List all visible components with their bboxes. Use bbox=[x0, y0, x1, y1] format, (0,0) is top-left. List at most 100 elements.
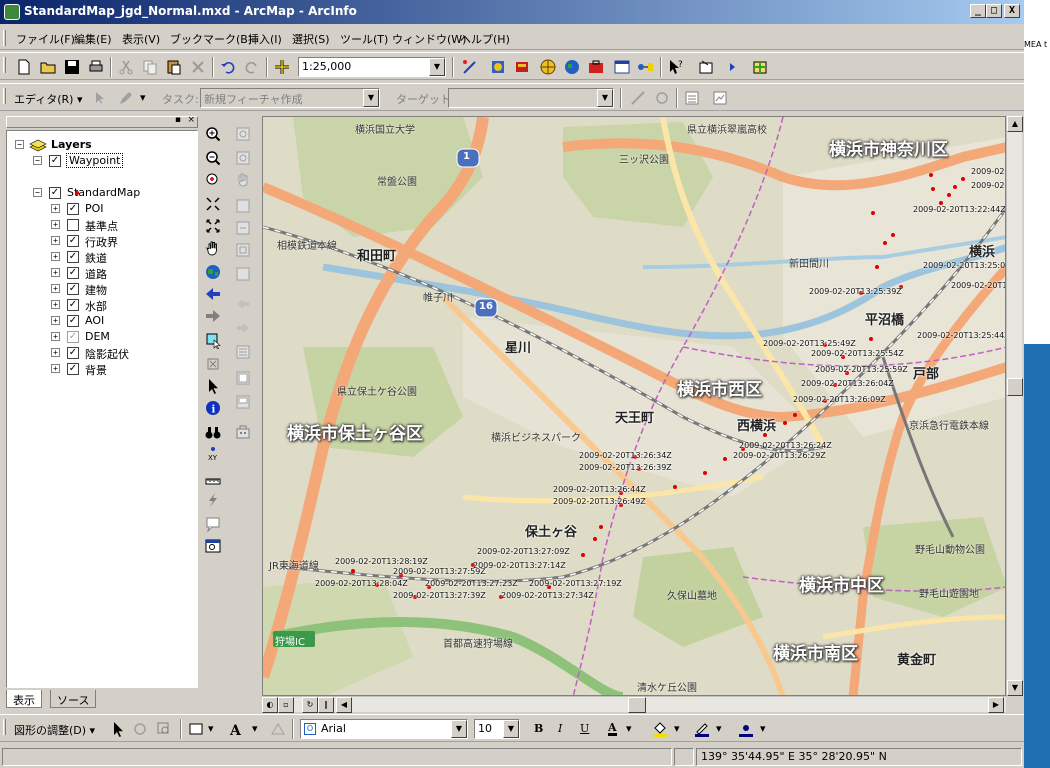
waypoint-marker[interactable] bbox=[763, 433, 767, 437]
layout-view-toggle-icon[interactable]: ▫ bbox=[278, 697, 294, 713]
copy-button[interactable] bbox=[140, 57, 160, 77]
expand-icon[interactable]: + bbox=[51, 220, 60, 229]
open-button[interactable] bbox=[38, 57, 58, 77]
waypoint-marker[interactable] bbox=[931, 187, 935, 191]
horizontal-scroll-thumb[interactable] bbox=[628, 697, 646, 713]
map-horizontal-scrollbar[interactable]: ◐ ▫ ↻ ∥ ◀ ▶ bbox=[262, 696, 1006, 713]
scroll-up-icon[interactable]: ▲ bbox=[1007, 116, 1023, 132]
menu-view[interactable]: 表示(V) bbox=[122, 31, 160, 47]
expand-icon[interactable]: + bbox=[51, 284, 60, 293]
layer-visibility-checkbox[interactable]: ✓ bbox=[49, 155, 61, 167]
toc-layer-row[interactable]: + ✓ AOI bbox=[11, 313, 191, 329]
add-data-button[interactable] bbox=[272, 57, 292, 77]
task-combo[interactable]: 新規フィーチャ作成 ▼ bbox=[200, 88, 380, 108]
cut-button[interactable] bbox=[116, 57, 136, 77]
fixed-zoom-in-button[interactable] bbox=[203, 194, 223, 214]
waypoint-marker[interactable] bbox=[875, 265, 879, 269]
layer-visibility-checkbox[interactable]: ✓ bbox=[67, 315, 79, 327]
minimize-button[interactable]: _ bbox=[970, 4, 986, 18]
arcmap-app-icon[interactable] bbox=[4, 4, 20, 20]
menu-window[interactable]: ウィンドウ(W) bbox=[392, 31, 466, 47]
marker-color-button[interactable] bbox=[736, 719, 756, 739]
waypoint-marker[interactable] bbox=[929, 173, 933, 177]
layer-visibility-checkbox[interactable]: ✓ bbox=[67, 331, 79, 343]
undo-button[interactable] bbox=[218, 57, 238, 77]
zoom-to-elements-button[interactable] bbox=[154, 719, 174, 739]
toc-layer-row[interactable]: + ✓ 水部 bbox=[11, 297, 191, 313]
save-button[interactable] bbox=[62, 57, 82, 77]
font-color-dropdown[interactable]: ▾ bbox=[626, 722, 632, 735]
focus-data-frame-button[interactable] bbox=[233, 368, 253, 388]
menu-help[interactable]: ヘルプ(H) bbox=[460, 31, 510, 47]
expand-icon[interactable]: + bbox=[51, 204, 60, 213]
layout-toggle-draft-button[interactable] bbox=[233, 342, 253, 362]
select-elements-button[interactable] bbox=[203, 376, 223, 396]
extension-button[interactable] bbox=[750, 57, 770, 77]
collapse-icon[interactable]: − bbox=[33, 188, 42, 197]
standard-toolbar-grip[interactable] bbox=[3, 57, 6, 73]
collapse-icon[interactable]: − bbox=[33, 156, 42, 165]
toc-title-bar[interactable]: ▪ × bbox=[6, 115, 198, 128]
line-color-button[interactable] bbox=[692, 719, 712, 739]
text-tool-dropdown[interactable]: ▾ bbox=[252, 722, 258, 735]
scroll-down-icon[interactable]: ▼ bbox=[1007, 680, 1023, 696]
layout-back-button[interactable] bbox=[233, 294, 253, 314]
italic-button[interactable]: I bbox=[558, 722, 562, 735]
forward-extent-button[interactable] bbox=[203, 306, 223, 326]
toc-pin-icon[interactable]: ▪ bbox=[175, 115, 181, 125]
sketch-properties-button[interactable] bbox=[710, 88, 730, 108]
waypoint-marker[interactable] bbox=[673, 485, 677, 489]
expand-icon[interactable]: + bbox=[51, 332, 60, 341]
waypoint-marker[interactable] bbox=[947, 193, 951, 197]
chevron-down-icon[interactable]: ▼ bbox=[451, 720, 467, 738]
chevron-down-icon[interactable]: ▼ bbox=[363, 89, 379, 107]
toc-layer-row[interactable]: + ✓ 行政界 bbox=[11, 233, 191, 249]
waypoint-marker[interactable] bbox=[793, 413, 797, 417]
menu-file[interactable]: ファイル(F) bbox=[16, 31, 75, 47]
toc-layer-row[interactable]: + ✓ POI bbox=[11, 201, 191, 217]
rotate-tool-button[interactable] bbox=[652, 88, 672, 108]
target-combo[interactable]: ▼ bbox=[448, 88, 614, 108]
command-line-button[interactable] bbox=[612, 57, 632, 77]
menu-selection[interactable]: 選択(S) bbox=[292, 31, 330, 47]
font-name-combo[interactable]: O Arial ▼ bbox=[300, 719, 468, 739]
layout-fixed-zoom-in-button[interactable] bbox=[233, 240, 253, 260]
pan-button[interactable] bbox=[203, 238, 223, 258]
delete-button[interactable] bbox=[188, 57, 208, 77]
layer-visibility-checkbox[interactable]: ✓ bbox=[67, 347, 79, 359]
toc-layer-row[interactable]: − ✓ StandardMap bbox=[11, 185, 191, 201]
waypoint-marker[interactable] bbox=[883, 241, 887, 245]
waypoint-marker[interactable] bbox=[599, 525, 603, 529]
zoom-whole-page-button[interactable] bbox=[233, 196, 253, 216]
editor-toolbar-grip[interactable] bbox=[3, 88, 6, 104]
expand-icon[interactable]: + bbox=[51, 236, 60, 245]
data-view-toggle-icon[interactable]: ◐ bbox=[262, 697, 278, 713]
waypoint-marker[interactable] bbox=[953, 185, 957, 189]
chevron-down-icon[interactable]: ▼ bbox=[597, 89, 613, 107]
layer-visibility-checkbox[interactable]: ✓ bbox=[67, 299, 79, 311]
waypoint-marker[interactable] bbox=[961, 177, 965, 181]
text-tool-button[interactable]: A bbox=[226, 719, 246, 739]
waypoint-marker[interactable] bbox=[593, 537, 597, 541]
scroll-right-icon[interactable]: ▶ bbox=[988, 697, 1004, 713]
zoom-full-button[interactable] bbox=[203, 170, 223, 190]
toc-layer-row[interactable]: + ✓ 建物 bbox=[11, 281, 191, 297]
layer-visibility-checkbox[interactable]: ✓ bbox=[67, 363, 79, 375]
expand-icon[interactable]: + bbox=[51, 316, 60, 325]
back-extent-button[interactable] bbox=[203, 284, 223, 304]
tab-display[interactable]: 表示 bbox=[6, 690, 42, 708]
waypoint-marker[interactable] bbox=[783, 421, 787, 425]
zoom-100-button[interactable] bbox=[233, 218, 253, 238]
collapse-icon[interactable]: − bbox=[15, 140, 24, 149]
editor-menu[interactable]: エディタ(R) ▾ bbox=[14, 91, 82, 107]
model-builder-button[interactable] bbox=[636, 57, 656, 77]
attributes-button[interactable] bbox=[682, 88, 702, 108]
whats-this-button[interactable]: ? bbox=[666, 57, 686, 77]
paste-button[interactable] bbox=[164, 57, 184, 77]
layout-fixed-zoom-out-button[interactable] bbox=[233, 264, 253, 284]
marker-color-dropdown[interactable]: ▾ bbox=[760, 722, 766, 735]
arrow-button[interactable] bbox=[722, 57, 742, 77]
waypoint-marker[interactable] bbox=[939, 201, 943, 205]
waypoint-marker[interactable] bbox=[703, 471, 707, 475]
split-tool-button[interactable] bbox=[628, 88, 648, 108]
